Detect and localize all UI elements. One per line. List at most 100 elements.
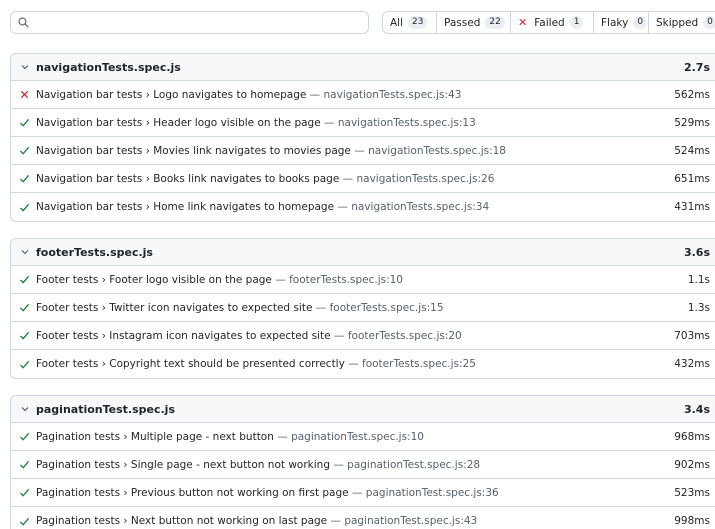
test-title: Footer tests › Footer logo visible on th… (36, 274, 688, 286)
test-name: Footer tests › Footer logo visible on th… (36, 273, 272, 286)
file-group-navigation: navigationTests.spec.js 2.7s Navigation … (10, 53, 715, 222)
passed-check-icon (19, 517, 30, 526)
test-row[interactable]: Pagination tests › Single page - next bu… (11, 451, 715, 479)
status-filters: All 23 Passed 22 ✕ Failed 1 Flaky 0 Skipped 0 (382, 11, 715, 34)
filter-passed[interactable]: Passed 22 (437, 12, 511, 33)
passed-check-icon (19, 432, 30, 441)
passed-check-icon (19, 488, 30, 497)
test-name: Pagination tests › Previous button not w… (36, 486, 349, 499)
test-row[interactable]: Pagination tests › Previous button not w… (11, 479, 715, 507)
test-name: Footer tests › Copyright text should be … (36, 358, 345, 370)
test-row[interactable]: Navigation bar tests › Movies link navig… (11, 137, 715, 165)
passed-check-icon (19, 146, 30, 155)
filter-skipped[interactable]: Skipped 0 (649, 12, 715, 33)
test-name: Navigation bar tests › Header logo visib… (36, 116, 321, 129)
test-name: Navigation bar tests › Books link naviga… (36, 172, 340, 185)
filter-label: Skipped (656, 16, 699, 29)
test-title: Navigation bar tests › Books link naviga… (36, 173, 674, 185)
test-duration: 968ms (674, 430, 710, 443)
passed-check-icon (19, 303, 30, 312)
passed-check-icon (19, 203, 30, 212)
test-title: Pagination tests › Single page - next bu… (36, 459, 674, 471)
test-duration: 902ms (674, 458, 710, 471)
test-location[interactable]: — footerTests.spec.js:25 (348, 358, 476, 370)
test-duration: 562ms (674, 88, 710, 101)
test-location[interactable]: — footerTests.spec.js:20 (334, 330, 462, 342)
filter-all[interactable]: All 23 (383, 12, 437, 33)
test-duration: 703ms (674, 329, 710, 342)
test-row[interactable]: Pagination tests › Multiple page - next … (11, 423, 715, 451)
chevron-down-icon (21, 250, 29, 255)
test-location[interactable]: — footerTests.spec.js:15 (316, 302, 444, 314)
passed-check-icon (19, 360, 30, 369)
test-duration: 651ms (674, 172, 710, 185)
test-row[interactable]: Footer tests › Footer logo visible on th… (11, 266, 715, 294)
test-title: Navigation bar tests › Logo navigates to… (36, 89, 674, 101)
test-name: Pagination tests › Next button not worki… (36, 515, 328, 527)
test-location[interactable]: — paginationTest.spec.js:36 (352, 487, 499, 499)
file-name: navigationTests.spec.js (36, 60, 181, 74)
file-duration: 3.4s (683, 402, 710, 416)
test-title: Footer tests › Instagram icon navigates … (36, 330, 674, 342)
filter-label: All (390, 16, 404, 29)
test-row[interactable]: Pagination tests › Next button not worki… (11, 507, 715, 529)
test-duration: 1.1s (687, 273, 710, 286)
test-row[interactable]: Navigation bar tests › Header logo visib… (11, 109, 715, 137)
filter-count: 0 (703, 16, 715, 29)
search-icon (18, 17, 29, 28)
test-location[interactable]: — footerTests.spec.js:10 (275, 274, 403, 286)
file-header[interactable]: footerTests.spec.js 3.6s (11, 239, 715, 266)
filter-label: Passed (444, 16, 481, 29)
test-location[interactable]: — navigationTests.spec.js:18 (354, 145, 506, 157)
test-title: Navigation bar tests › Home link navigat… (36, 201, 674, 213)
filter-label: Failed (534, 16, 565, 29)
test-row[interactable]: Footer tests › Twitter icon navigates to… (11, 294, 715, 322)
failed-x-icon (20, 90, 29, 99)
test-location[interactable]: — paginationTest.spec.js:43 (330, 515, 477, 527)
test-name: Navigation bar tests › Movies link navig… (36, 144, 351, 157)
search-box[interactable] (10, 11, 369, 34)
test-name: Pagination tests › Single page - next bu… (36, 458, 330, 471)
test-location[interactable]: — navigationTests.spec.js:43 (310, 89, 462, 101)
filter-flaky[interactable]: Flaky 0 (594, 12, 649, 33)
test-name: Navigation bar tests › Logo navigates to… (36, 88, 307, 101)
test-row[interactable]: Navigation bar tests › Home link navigat… (11, 193, 715, 221)
test-row[interactable]: Navigation bar tests › Books link naviga… (11, 165, 715, 193)
test-duration: 1.3s (687, 301, 710, 314)
test-title: Pagination tests › Multiple page - next … (36, 431, 674, 443)
test-row[interactable]: Footer tests › Copyright text should be … (11, 350, 715, 378)
file-header[interactable]: navigationTests.spec.js 2.7s (11, 54, 715, 81)
test-title: Footer tests › Copyright text should be … (36, 358, 674, 370)
test-name: Footer tests › Twitter icon navigates to… (36, 301, 313, 314)
test-duration: 523ms (674, 486, 710, 499)
test-title: Footer tests › Twitter icon navigates to… (36, 302, 688, 314)
passed-check-icon (19, 275, 30, 284)
filter-label: Flaky (601, 16, 629, 29)
test-duration: 432ms (674, 358, 710, 370)
test-location[interactable]: — navigationTests.spec.js:13 (324, 117, 476, 129)
test-location[interactable]: — navigationTests.spec.js:34 (337, 201, 489, 213)
file-header[interactable]: paginationTest.spec.js 3.4s (11, 396, 715, 423)
test-location[interactable]: — paginationTest.spec.js:10 (277, 431, 424, 443)
test-title: Pagination tests › Previous button not w… (36, 487, 674, 499)
file-group-footer: footerTests.spec.js 3.6s Footer tests › … (10, 238, 715, 379)
filter-count: 23 (408, 16, 428, 29)
chevron-down-icon (21, 65, 29, 70)
search-input[interactable] (33, 12, 368, 33)
test-title: Pagination tests › Next button not worki… (36, 515, 674, 527)
failed-x-icon: ✕ (518, 16, 528, 29)
filter-count: 1 (569, 16, 584, 29)
test-title: Navigation bar tests › Movies link navig… (36, 145, 674, 157)
passed-check-icon (19, 174, 30, 183)
test-duration: 524ms (674, 144, 710, 157)
test-location[interactable]: — paginationTest.spec.js:28 (333, 459, 480, 471)
test-name: Pagination tests › Multiple page - next … (36, 430, 274, 443)
chevron-down-icon (21, 407, 29, 412)
filter-failed[interactable]: ✕ Failed 1 (511, 12, 594, 33)
test-row[interactable]: Navigation bar tests › Logo navigates to… (11, 81, 715, 109)
test-row[interactable]: Footer tests › Instagram icon navigates … (11, 322, 715, 350)
file-duration: 2.7s (683, 60, 710, 74)
passed-check-icon (19, 118, 30, 127)
test-location[interactable]: — navigationTests.spec.js:26 (343, 173, 495, 185)
top-bar: All 23 Passed 22 ✕ Failed 1 Flaky 0 Skipped 0 (10, 11, 715, 34)
